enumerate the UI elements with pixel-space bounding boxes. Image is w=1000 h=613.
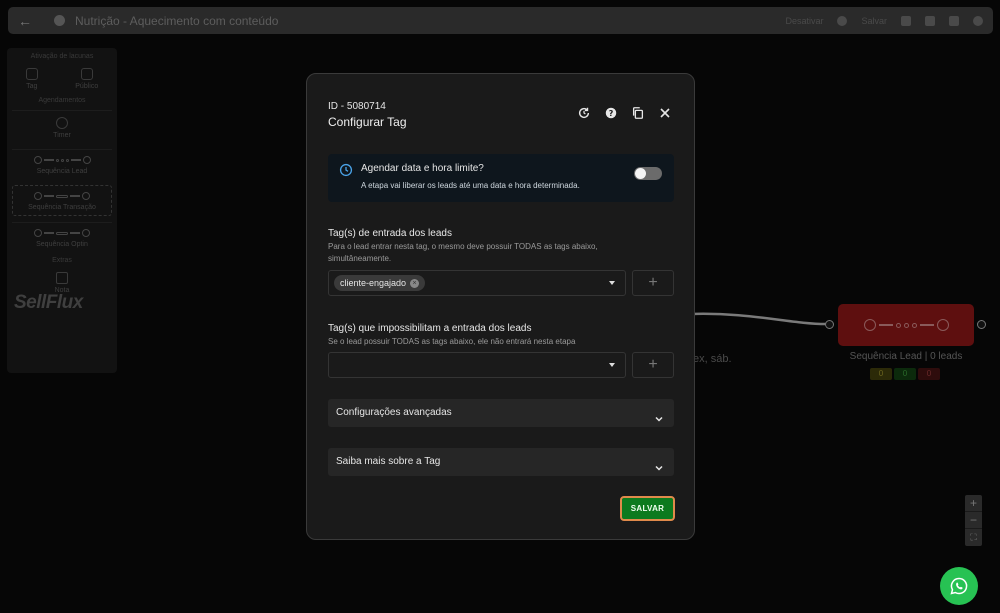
settings-icon[interactable] (54, 15, 65, 26)
canvas-side-text: ex, sáb. (693, 353, 732, 365)
sidebar-item-seq-optin[interactable]: Sequência Optin (12, 222, 112, 252)
configure-tag-modal: ID - 5080714 Configurar Tag ? Agendar da… (306, 73, 695, 540)
sequence-lead-node[interactable] (838, 304, 974, 346)
refresh-icon[interactable] (901, 15, 911, 26)
block-tags-description: Se o lead possuir TODAS as tags abaixo, … (328, 337, 576, 346)
entry-tags-description: Para o lead entrar nesta tag, o mesmo de… (328, 242, 598, 263)
entry-tags-heading: Tag(s) de entrada dos leads (328, 228, 452, 239)
alarm-icon (56, 117, 68, 129)
users-icon (80, 68, 93, 80)
node-label: Sequência Lead | 0 leads (849, 351, 963, 362)
sequence-icon (12, 156, 112, 164)
sidebar-item-publico[interactable]: Público (75, 68, 98, 90)
component-sidebar: Ativação de lacunas Tag Público Agendame… (7, 48, 117, 373)
sidebar-item-seq-lead[interactable]: Sequência Lead (12, 149, 112, 179)
schedule-description: A etapa vai liberar os leads até uma dat… (361, 181, 580, 190)
block-tags-select[interactable] (328, 352, 626, 378)
zoom-out-button[interactable]: − (965, 512, 982, 529)
counter-success: 0 (894, 368, 916, 380)
zoom-controls: + − ⛶ (965, 495, 982, 546)
optin-sequence-icon (12, 229, 112, 237)
flow-edge (690, 312, 827, 326)
advanced-settings-accordion[interactable]: Configurações avançadas (328, 399, 674, 427)
whatsapp-button[interactable] (940, 567, 978, 605)
flow-title: Nutrição - Aquecimento com conteúdo (75, 13, 279, 28)
tag-chip-label: cliente-engajado (340, 278, 407, 288)
counter-waiting: 0 (870, 368, 892, 380)
svg-text:?: ? (609, 109, 614, 118)
schedule-toggle[interactable] (634, 167, 662, 180)
node-input-port[interactable] (825, 320, 834, 329)
chevron-down-icon (654, 408, 664, 436)
chevron-down-icon (654, 457, 664, 485)
dropdown-caret-icon[interactable] (609, 281, 615, 285)
section-schedule: Agendamentos (38, 97, 86, 104)
block-tags-heading: Tag(s) que impossibilitam a entrada dos … (328, 323, 532, 334)
disable-label: Desativar (785, 15, 824, 26)
clock-icon (339, 163, 353, 182)
counter-error: 0 (918, 368, 940, 380)
remove-tag-icon[interactable]: × (410, 278, 420, 288)
sidebar-item-timer[interactable]: Timer (12, 110, 112, 143)
close-icon[interactable] (658, 106, 672, 120)
list-icon[interactable] (949, 15, 959, 26)
help-circle-icon[interactable]: ? (604, 106, 618, 120)
sidebar-item-seq-transacao[interactable]: Sequência Transação (12, 185, 112, 216)
dropdown-caret-icon[interactable] (609, 363, 615, 367)
top-bar: ← Nutrição - Aquecimento com conteúdo De… (8, 7, 993, 34)
learn-more-accordion[interactable]: Saiba mais sobre a Tag (328, 448, 674, 476)
transaction-sequence-icon (13, 192, 111, 200)
learn-more-label: Saiba mais sobre a Tag (336, 456, 441, 467)
node-output-port[interactable] (977, 320, 986, 329)
zoom-in-button[interactable]: + (965, 495, 982, 512)
sellflux-logo: SellFlux (14, 292, 83, 313)
whatsapp-icon (950, 577, 968, 595)
section-extra: Extras (52, 257, 72, 264)
save-top-button[interactable]: Salvar (861, 16, 887, 26)
help-icon[interactable] (973, 15, 983, 26)
fit-view-button[interactable]: ⛶ (965, 529, 982, 546)
section-actions: Ativação de lacunas (30, 53, 94, 60)
schedule-limit-box: Agendar data e hora limite? A etapa vai … (328, 154, 674, 202)
modal-title: Configurar Tag (328, 115, 407, 129)
sidebar-item-tag[interactable]: Tag (25, 68, 38, 90)
history-icon[interactable] (577, 106, 591, 120)
disable-toggle[interactable] (837, 15, 848, 26)
save-button[interactable]: SALVAR (620, 496, 675, 521)
node-id: ID - 5080714 (328, 101, 386, 112)
entry-tags-select[interactable]: cliente-engajado × (328, 270, 626, 296)
advanced-settings-label: Configurações avançadas (336, 407, 452, 418)
copy-icon[interactable] (631, 106, 645, 120)
schedule-question: Agendar data e hora limite? (361, 163, 484, 174)
add-entry-tag-button[interactable]: + (632, 270, 674, 296)
tag-chip: cliente-engajado × (334, 275, 426, 291)
map-icon[interactable] (925, 15, 935, 26)
add-block-tag-button[interactable]: + (632, 352, 674, 378)
tag-icon (25, 68, 38, 80)
node-counters: 0 0 0 (870, 368, 940, 380)
modal-actions: ? (577, 106, 672, 120)
note-icon (56, 272, 68, 284)
back-arrow-icon[interactable]: ← (18, 13, 38, 29)
